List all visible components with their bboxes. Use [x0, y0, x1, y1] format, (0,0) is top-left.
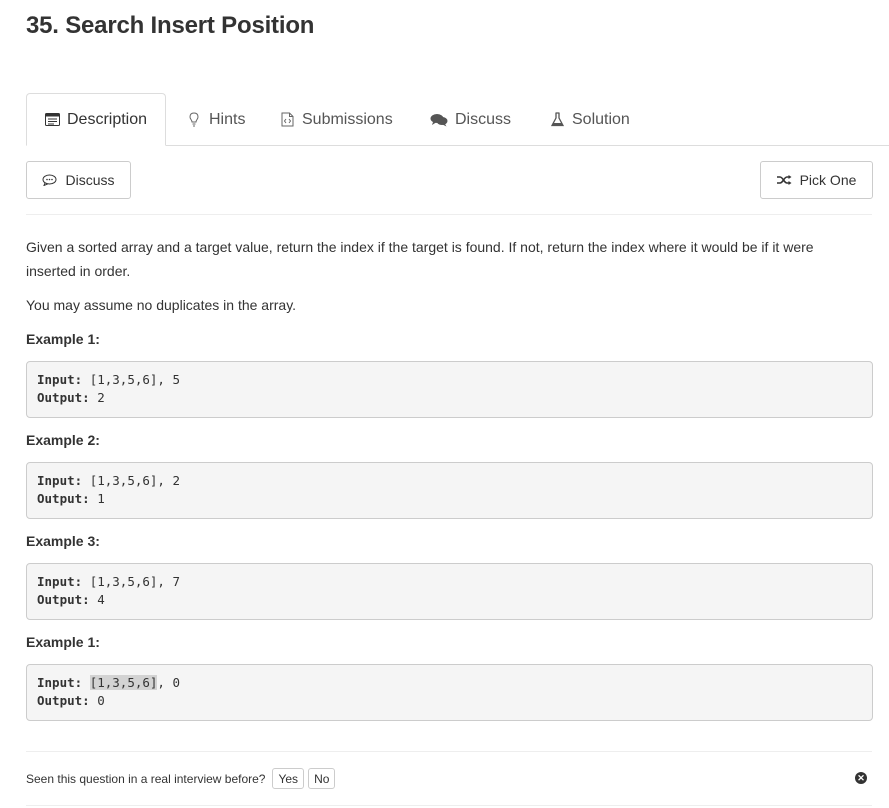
example-code-block: Input: [1,3,5,6], 5 Output: 2 [26, 361, 873, 418]
output-value: 0 [97, 693, 105, 708]
tab-label: Hints [209, 110, 246, 128]
no-button[interactable]: No [308, 768, 336, 789]
yes-button[interactable]: Yes [272, 768, 305, 789]
shuffle-icon [776, 174, 792, 186]
description-icon [44, 112, 60, 128]
output-label: Output: [37, 693, 90, 708]
example-input-line: Input: [1,3,5,6], 0 [37, 674, 862, 692]
tab-submissions[interactable]: Submissions [279, 93, 393, 146]
input-array-selection: [1,3,5,6] [89, 675, 158, 690]
example-heading: Example 3: [26, 533, 100, 549]
example-output-line: Output: 2 [37, 389, 862, 407]
example-code-block: Input: [1,3,5,6], 2 Output: 1 [26, 462, 873, 519]
pick-one-button[interactable]: Pick One [760, 161, 873, 199]
interview-top-divider [26, 751, 872, 752]
example-output-line: Output: 1 [37, 490, 862, 508]
input-label: Input: [37, 574, 83, 589]
tab-label: Submissions [302, 110, 393, 128]
tab-label: Description [67, 110, 148, 128]
code-file-icon [279, 112, 295, 128]
comments-icon [430, 112, 448, 128]
example-heading: Example 2: [26, 432, 100, 448]
content-divider [26, 214, 872, 215]
output-value: 4 [97, 592, 105, 607]
output-label: Output: [37, 491, 90, 506]
input-target: , 7 [157, 574, 180, 589]
pick-one-button-label: Pick One [799, 172, 857, 188]
example-input-line: Input: [1,3,5,6], 5 [37, 371, 862, 389]
example-code-block: Input: [1,3,5,6], 0 Output: 0 [26, 664, 873, 721]
comment-icon [42, 174, 57, 186]
tab-label: Discuss [455, 110, 512, 128]
example-input-line: Input: [1,3,5,6], 2 [37, 472, 862, 490]
tab-bar: Description Hints Submissions Discuss So… [26, 93, 889, 146]
output-value: 2 [97, 390, 105, 405]
example-heading: Example 1: [26, 634, 100, 650]
input-label: Input: [37, 372, 83, 387]
example-heading: Example 1: [26, 331, 100, 347]
input-target: , 5 [157, 372, 180, 387]
example-input-line: Input: [1,3,5,6], 7 [37, 573, 862, 591]
discuss-button[interactable]: Discuss [26, 161, 131, 199]
description-paragraph: Given a sorted array and a target value,… [26, 239, 814, 279]
close-icon[interactable]: ✕ [855, 772, 867, 784]
tab-solution[interactable]: Solution [549, 93, 630, 146]
tab-description[interactable]: Description [26, 93, 166, 146]
tab-hints[interactable]: Hints [186, 93, 245, 146]
input-label: Input: [37, 473, 83, 488]
input-target: , 0 [157, 675, 180, 690]
output-value: 1 [97, 491, 105, 506]
output-label: Output: [37, 592, 90, 607]
example-code-block: Input: [1,3,5,6], 7 Output: 4 [26, 563, 873, 620]
input-array: [1,3,5,6] [89, 574, 158, 589]
example-output-line: Output: 4 [37, 591, 862, 609]
lightbulb-icon [186, 112, 202, 128]
interview-question-bar: Seen this question in a real interview b… [26, 768, 336, 789]
flask-icon [549, 112, 565, 128]
description-note: You may assume no duplicates in the arra… [26, 297, 297, 313]
output-label: Output: [37, 390, 90, 405]
interview-question-text: Seen this question in a real interview b… [26, 771, 266, 786]
input-target: , 2 [157, 473, 180, 488]
input-array: [1,3,5,6] [89, 473, 158, 488]
tab-discuss[interactable]: Discuss [430, 93, 511, 146]
page-title: 35. Search Insert Position [26, 12, 315, 39]
example-output-line: Output: 0 [37, 692, 862, 710]
input-label: Input: [37, 675, 83, 690]
tab-label: Solution [572, 110, 630, 128]
interview-bottom-divider [26, 805, 872, 806]
discuss-button-label: Discuss [65, 172, 115, 188]
input-array: [1,3,5,6] [89, 372, 158, 387]
